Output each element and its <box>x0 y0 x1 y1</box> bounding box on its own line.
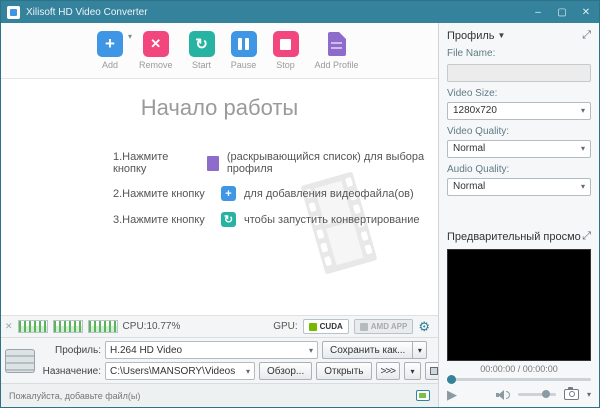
chevron-down-icon: ▾ <box>580 144 585 153</box>
open-button[interactable]: Открыть <box>316 362 372 380</box>
title-bar: Xilisoft HD Video Converter – ▢ ✕ <box>1 1 599 23</box>
preview-screen <box>447 249 591 361</box>
destination-label: Назначение: <box>42 365 101 377</box>
chevron-down-icon: ▾ <box>580 106 585 115</box>
cpu-meter-3 <box>87 320 118 333</box>
volume-slider[interactable] <box>517 390 556 398</box>
page-title: Начало работы <box>140 95 299 120</box>
app-window: Xilisoft HD Video Converter – ▢ ✕ + ▾ Ad… <box>0 0 600 408</box>
remove-icon: ✕ <box>142 31 169 57</box>
volume-knob[interactable] <box>541 390 550 398</box>
expand-profile-icon[interactable]: ⤢ <box>582 29 591 42</box>
start-convert-icon: ↻ <box>188 31 215 57</box>
amd-icon <box>359 322 368 331</box>
seek-knob[interactable] <box>447 375 456 384</box>
preview-section-header[interactable]: Предварительный просмо ⤢ <box>447 230 591 243</box>
add-file-icon: + <box>221 186 236 201</box>
save-as-button[interactable]: Сохранить как... <box>322 341 414 359</box>
device-status-icon <box>416 390 430 401</box>
volume-button[interactable] <box>495 389 510 401</box>
dest-dropdown-button[interactable]: ▾ <box>404 362 422 380</box>
seek-bar[interactable] <box>447 375 591 384</box>
chevron-down-icon: ▾ <box>580 182 585 191</box>
video-quality-label: Video Quality: <box>447 125 510 137</box>
file-name-label: File Name: <box>447 48 496 59</box>
drive-icon <box>5 348 35 373</box>
cuda-badge[interactable]: CUDA <box>302 319 349 334</box>
gear-icon[interactable]: ⚙ <box>418 319 430 335</box>
video-quality-select[interactable]: Normal ▾ <box>447 139 591 158</box>
pause-icon <box>230 31 257 57</box>
speaker-wave-icon <box>505 390 510 399</box>
add-icon: + ▾ <box>97 31 132 57</box>
profile-select[interactable]: H.264 HD Video ▾ <box>105 341 318 359</box>
status-bar: Пожалуйста, добавьте файл(ы) <box>1 383 438 407</box>
destination-select[interactable]: C:\Users\MANSORY\Videos ▾ <box>105 362 255 380</box>
play-button[interactable]: ▶ <box>447 388 457 401</box>
add-dropdown-caret-icon[interactable]: ▾ <box>128 32 132 41</box>
snapshot-camera-button[interactable] <box>563 387 579 400</box>
remove-button[interactable]: ✕ Remove <box>139 31 173 70</box>
maximize-button[interactable]: ▢ <box>555 7 569 18</box>
profile-section-header[interactable]: Профиль ▼ ⤢ <box>447 29 591 42</box>
chevron-down-icon: ▾ <box>245 366 250 376</box>
audio-quality-label: Audio Quality: <box>447 163 510 175</box>
app-icon <box>7 5 20 19</box>
video-size-select[interactable]: 1280x720 ▾ <box>447 101 591 120</box>
expand-preview-icon[interactable]: ⤢ <box>582 230 591 243</box>
add-profile-icon <box>324 31 350 57</box>
start-button[interactable]: ↻ Start <box>188 31 215 70</box>
stop-icon <box>272 31 299 57</box>
main-toolbar: + ▾ Add ✕ Remove ↻ Start Pause Stop Add … <box>1 23 438 79</box>
file-name-input[interactable] <box>447 63 591 82</box>
cpu-meter-1 <box>17 320 48 333</box>
browse-button[interactable]: Обзор... <box>259 362 313 380</box>
add-button[interactable]: + ▾ Add <box>97 31 132 70</box>
right-sidebar: Профиль ▼ ⤢ File Name: Video Size: 1280x… <box>438 23 599 407</box>
more-options-button[interactable]: >>> <box>375 362 401 380</box>
speaker-icon <box>495 389 506 401</box>
convert-icon: ↻ <box>221 212 236 227</box>
status-message: Пожалуйста, добавьте файл(ы) <box>9 390 141 401</box>
step-2: 2.Нажмите кнопку + для добавления видеоф… <box>113 186 414 201</box>
cpu-usage-label: CPU:10.77% <box>122 321 181 332</box>
close-meters-icon[interactable]: ✕ <box>5 321 13 332</box>
output-panel: Профиль: H.264 HD Video ▾ Сохранить как.… <box>1 337 443 383</box>
performance-bar: ✕ CPU:10.77% GPU: CUDA AMD APP ⚙ <box>1 315 438 337</box>
cuda-icon <box>308 322 317 331</box>
profile-label: Профиль: <box>55 344 101 356</box>
gpu-label: GPU: <box>273 321 298 332</box>
amd-app-badge: AMD APP <box>353 319 414 334</box>
close-button[interactable]: ✕ <box>579 7 593 18</box>
save-as-dropdown-button[interactable]: ▾ <box>413 341 428 359</box>
step-1: 1.Нажмите кнопку (раскрывающийся список)… <box>113 151 425 175</box>
add-profile-button[interactable]: Add Profile <box>315 31 359 70</box>
playback-controls: ▶ ▾ <box>447 387 591 401</box>
getting-started-panel: Начало работы 1.Нажмите кнопку (раскрыва… <box>1 79 438 315</box>
section-caret-icon: ▼ <box>497 31 506 40</box>
minimize-button[interactable]: – <box>531 7 545 18</box>
profile-page-icon <box>206 155 219 171</box>
chevron-down-icon: ▾ <box>308 345 313 355</box>
stop-button[interactable]: Stop <box>272 31 299 70</box>
video-size-label: Video Size: <box>447 87 498 99</box>
disk-icon <box>429 367 438 375</box>
pause-button[interactable]: Pause <box>230 31 257 70</box>
audio-quality-select[interactable]: Normal ▾ <box>447 177 591 196</box>
window-title: Xilisoft HD Video Converter <box>26 6 148 18</box>
time-display: 00:00:00 / 00:00:00 <box>480 364 558 374</box>
snapshot-dropdown-icon[interactable]: ▾ <box>587 390 591 399</box>
cpu-meter-2 <box>52 320 83 333</box>
step-3: 3.Нажмите кнопку ↻ чтобы запустить конве… <box>113 212 420 227</box>
